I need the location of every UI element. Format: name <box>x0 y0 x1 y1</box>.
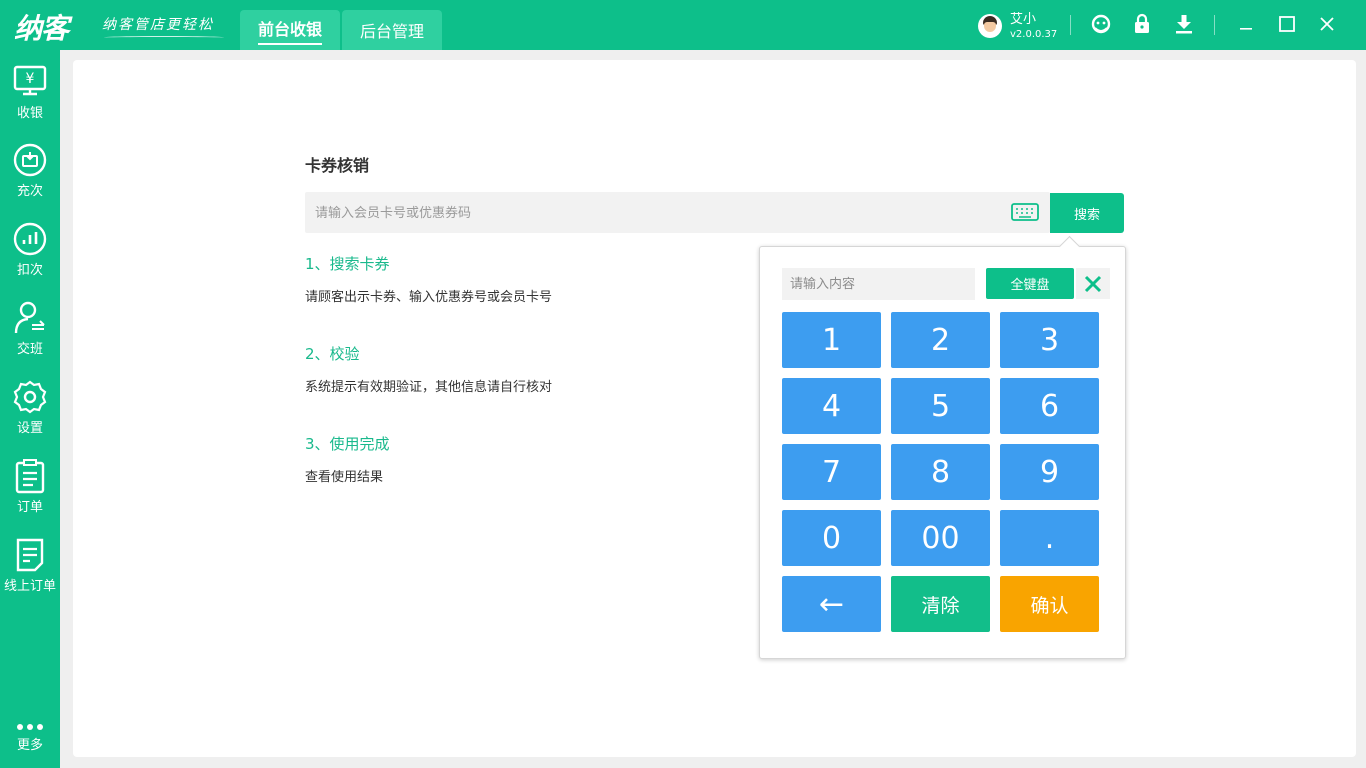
sidebar-item-label: 订单 <box>16 500 43 515</box>
key-0[interactable]: 0 <box>782 510 881 566</box>
cashier-icon: ¥ <box>13 65 47 96</box>
close-icon <box>1084 275 1102 292</box>
close-icon[interactable] <box>1316 13 1338 35</box>
sidebar-item-recharge[interactable]: 充次 <box>0 142 60 212</box>
step-2: 2、校验 系统提示有效期验证，其他信息请自行核对 <box>305 343 552 395</box>
keyboard-icon[interactable] <box>1011 203 1039 221</box>
slogan-underline <box>104 36 224 39</box>
clear-button[interactable]: 清除 <box>891 576 990 632</box>
search-button[interactable]: 搜索 <box>1050 193 1124 233</box>
keypad-close-button[interactable] <box>1076 268 1110 299</box>
user-name-block: 艾小 v2.0.0.37 <box>1010 13 1057 40</box>
support-icon[interactable] <box>1090 13 1112 35</box>
sidebar-item-label: 设置 <box>16 421 43 436</box>
search-bar <box>305 192 1050 235</box>
key-7[interactable]: 7 <box>782 444 881 500</box>
tab-backend-management[interactable]: 后台管理 <box>342 10 442 50</box>
full-keyboard-button[interactable]: 全键盘 <box>986 268 1074 299</box>
page-title: 卡券核销 <box>305 156 370 175</box>
confirm-button[interactable]: 确认 <box>1000 576 1099 632</box>
key-3[interactable]: 3 <box>1000 312 1099 368</box>
sidebar-item-handover[interactable]: 交班 <box>0 300 60 370</box>
sidebar-item-more[interactable]: 更多 <box>0 722 60 762</box>
key-decimal[interactable]: . <box>1000 510 1099 566</box>
step-heading: 3、使用完成 <box>305 435 390 453</box>
tab-label: 后台管理 <box>359 22 424 41</box>
divider <box>1070 15 1071 35</box>
sidebar-item-label: 更多 <box>16 738 43 753</box>
search-input[interactable] <box>305 192 1007 235</box>
sidebar-item-cashier[interactable]: ¥ 收银 <box>0 64 60 134</box>
logo-text: 纳客 <box>14 12 69 45</box>
sidebar-item-orders[interactable]: 订单 <box>0 458 60 528</box>
avatar <box>978 14 1002 38</box>
sidebar-item-label: 交班 <box>16 342 43 357</box>
sidebar-item-label: 扣次 <box>16 263 43 278</box>
keypad-input[interactable] <box>782 268 975 300</box>
step-description: 请顾客出示卡券、输入优惠券号或会员卡号 <box>305 290 553 305</box>
maximize-icon[interactable] <box>1276 13 1298 35</box>
sidebar-item-deduct[interactable]: 扣次 <box>0 221 60 291</box>
app-logo: 纳客 <box>14 7 69 47</box>
main-panel <box>73 60 1356 757</box>
step-description: 查看使用结果 <box>305 470 384 485</box>
step-description: 系统提示有效期验证，其他信息请自行核对 <box>305 380 553 395</box>
key-2[interactable]: 2 <box>891 312 990 368</box>
numeric-keypad-popup: 全键盘 1 2 3 4 5 6 7 8 9 0 00 . ← 清除 确认 <box>759 246 1126 659</box>
tab-front-cashier[interactable]: 前台收银 <box>240 10 340 50</box>
step-1: 1、搜索卡券 请顾客出示卡券、输入优惠券号或会员卡号 <box>305 253 552 305</box>
sidebar: ¥ 收银 充次 扣次 交班 设置 订单 线上订单 更多 <box>0 50 60 768</box>
step-3: 3、使用完成 查看使用结果 <box>305 433 390 485</box>
divider <box>1214 15 1215 35</box>
app-version: v2.0.0.37 <box>1010 28 1058 40</box>
minimize-icon[interactable] <box>1235 13 1257 35</box>
tab-label: 前台收银 <box>257 16 322 45</box>
app-slogan: 纳客管店更轻松 <box>102 17 214 33</box>
step-heading: 2、校验 <box>305 345 360 363</box>
svg-text:¥: ¥ <box>26 71 35 87</box>
key-4[interactable]: 4 <box>782 378 881 434</box>
deduct-icon <box>13 222 47 256</box>
sidebar-item-label: 收银 <box>16 106 43 121</box>
key-9[interactable]: 9 <box>1000 444 1099 500</box>
key-1[interactable]: 1 <box>782 312 881 368</box>
user-name: 艾小 <box>1010 11 1037 27</box>
backspace-button[interactable]: ← <box>782 576 881 632</box>
key-00[interactable]: 00 <box>891 510 990 566</box>
more-icon <box>17 724 43 730</box>
sidebar-item-label: 充次 <box>16 184 43 199</box>
recharge-icon <box>13 143 47 177</box>
top-bar: 纳客 纳客管店更轻松 前台收银 后台管理 艾小 v2.0.0.37 <box>0 0 1366 50</box>
step-heading: 1、搜索卡券 <box>305 255 390 273</box>
user-info[interactable]: 艾小 v2.0.0.37 <box>978 10 1057 42</box>
handover-icon <box>14 301 45 334</box>
download-icon[interactable] <box>1173 13 1195 35</box>
sidebar-item-label: 线上订单 <box>3 579 56 594</box>
sidebar-item-settings[interactable]: 设置 <box>0 379 60 449</box>
key-8[interactable]: 8 <box>891 444 990 500</box>
lock-icon[interactable] <box>1131 13 1153 35</box>
gear-icon <box>13 380 47 414</box>
sidebar-item-online-orders[interactable]: 线上订单 <box>0 537 60 607</box>
online-order-icon <box>16 538 44 572</box>
key-5[interactable]: 5 <box>891 378 990 434</box>
key-6[interactable]: 6 <box>1000 378 1099 434</box>
order-icon <box>15 459 45 494</box>
